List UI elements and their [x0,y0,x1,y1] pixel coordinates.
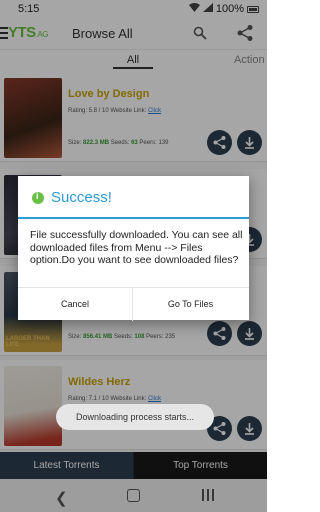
cancel-button[interactable]: Cancel [18,288,133,321]
toast-message: Downloading process starts... [56,404,214,430]
success-dialog: Success! File successfully downloaded. Y… [18,176,249,321]
dialog-actions: Cancel Go To Files [18,287,249,321]
dialog-header: Success! [18,176,249,219]
go-to-files-button[interactable]: Go To Files [133,288,248,321]
dialog-title: Success! [51,189,112,206]
dialog-message: File successfully downloaded. You can se… [30,229,243,266]
info-icon [32,191,44,204]
